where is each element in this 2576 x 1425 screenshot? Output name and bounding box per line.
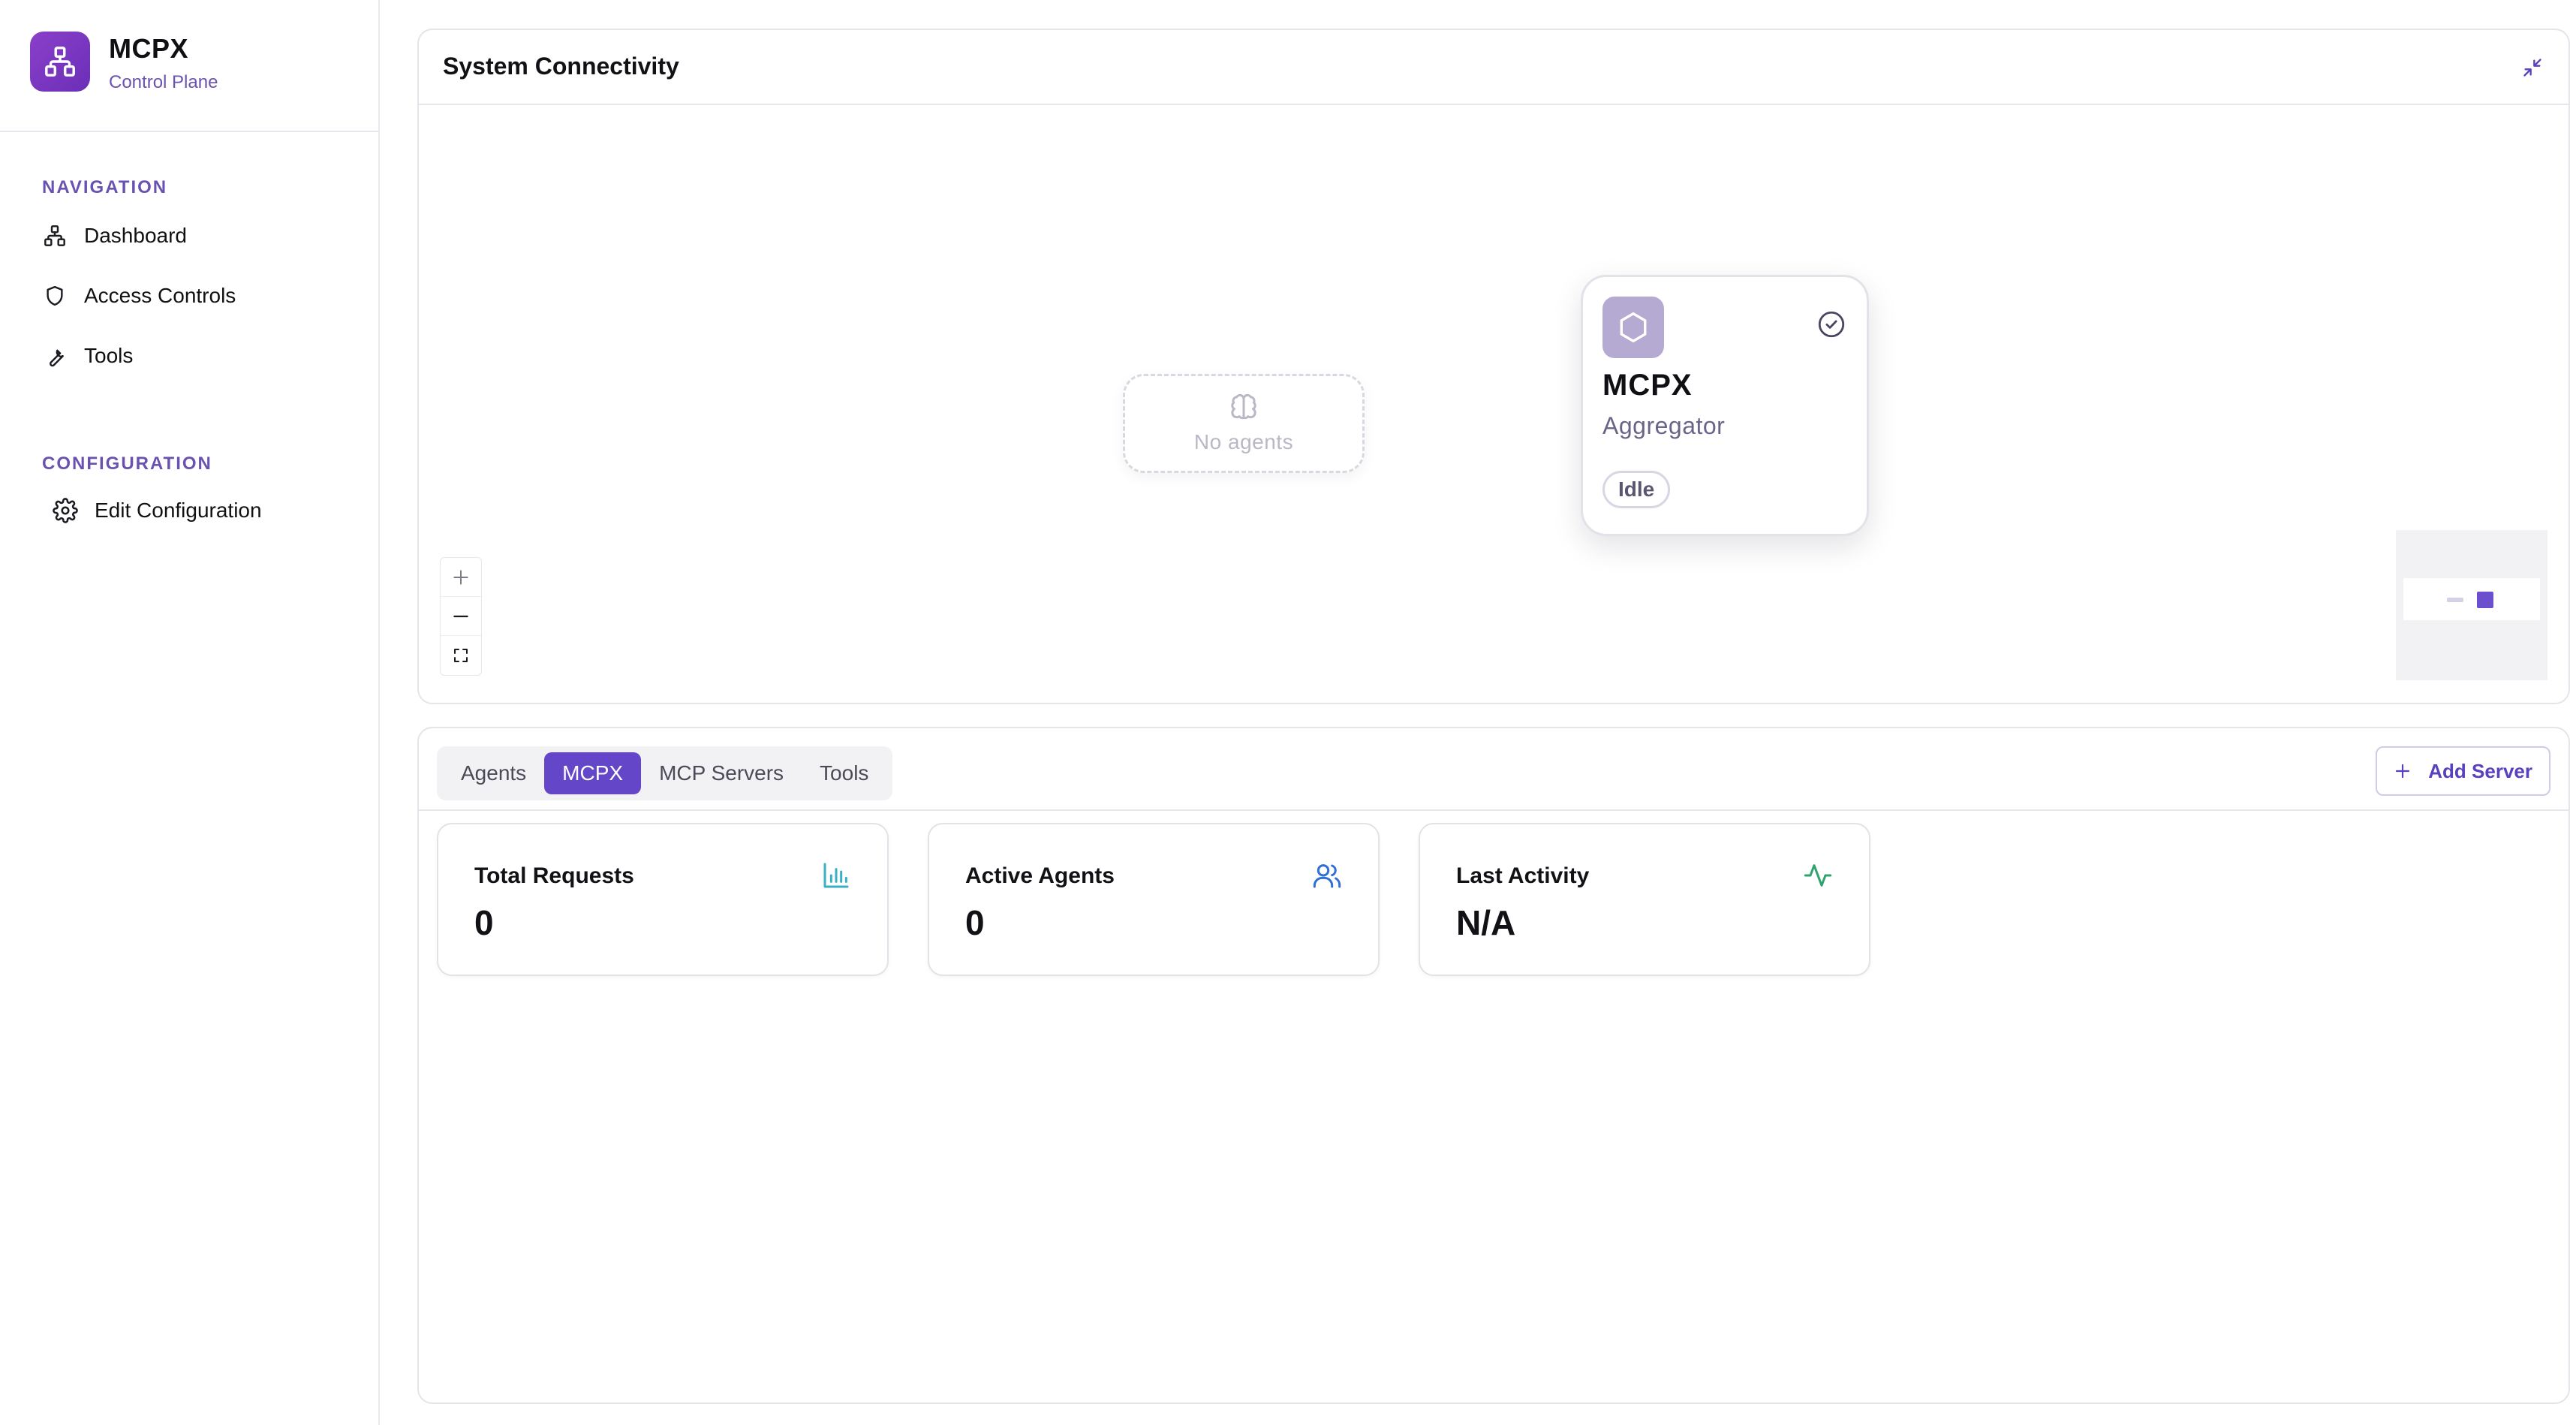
last-activity-card: Last Activity N/A [1419,823,1870,976]
network-icon [42,223,68,249]
panel-title: System Connectivity [443,53,679,80]
details-panel: Agents MCPX MCP Servers Tools Add Server… [417,727,2570,1404]
hexagon-icon [1602,297,1664,358]
tab-list: Agents MCPX MCP Servers Tools [437,746,893,800]
stat-value: 0 [474,903,494,942]
fit-view-button[interactable] [441,636,481,675]
sidebar-item-label: Edit Configuration [95,499,262,522]
sidebar-item-edit-configuration[interactable]: Edit Configuration [53,488,262,533]
node-title: MCPX [1602,369,1693,402]
mcpx-node[interactable]: MCPX Aggregator Idle [1581,275,1869,536]
node-subtitle: Aggregator [1602,412,1726,439]
minimize-icon [2522,57,2543,78]
stat-label: Last Activity [1456,863,1590,888]
stat-label: Total Requests [474,863,634,888]
check-circle-icon [1816,309,1847,340]
stat-label: Active Agents [965,863,1115,888]
bar-chart-icon [821,860,851,890]
system-connectivity-panel: System Connectivity No agents MCPX Aggre… [417,29,2570,704]
no-agents-placeholder: No agents [1123,374,1365,473]
gear-icon [53,498,78,523]
configuration-section-heading: CONFIGURATION [42,453,212,474]
zoom-controls [440,557,482,676]
total-requests-card: Total Requests 0 [437,823,889,976]
active-agents-card: Active Agents 0 [928,823,1380,976]
minimap-mcpx-node [2477,592,2493,608]
brand-title: MCPX [109,33,189,64]
sidebar-item-access-controls[interactable]: Access Controls [42,273,236,318]
minimap-agents-node [2447,598,2463,602]
collapse-button[interactable] [2519,54,2546,81]
sidebar-item-label: Access Controls [84,284,236,307]
zoom-out-button[interactable] [441,597,481,636]
minimap[interactable] [2396,530,2547,680]
nav-section-heading: NAVIGATION [42,177,168,197]
sidebar: MCPX Control Plane NAVIGATION Dashboard … [0,0,380,1425]
no-agents-label: No agents [1193,430,1294,453]
brand-subtitle: Control Plane [109,72,218,92]
tab-mcp-servers[interactable]: MCP Servers [641,752,802,794]
tab-mcpx[interactable]: MCPX [544,752,642,794]
mcpx-logo-icon [30,32,90,92]
brand-header: MCPX Control Plane [0,0,378,132]
add-server-label: Add Server [2428,759,2532,782]
status-badge: Idle [1602,471,1671,508]
tab-agents[interactable]: Agents [443,752,544,794]
tab-tools[interactable]: Tools [802,752,886,794]
plus-icon [2394,762,2412,780]
minus-icon [451,607,471,626]
sidebar-item-dashboard[interactable]: Dashboard [42,213,187,258]
sidebar-item-tools[interactable]: Tools [42,333,133,378]
brain-icon [1229,393,1259,423]
fullscreen-icon [452,646,470,664]
panel-header: System Connectivity [419,30,2568,105]
plus-icon [451,568,471,587]
wrench-icon [42,343,68,369]
stat-value: 0 [965,903,985,942]
shield-icon [42,283,68,309]
users-icon [1312,860,1342,890]
tabs-bar: Agents MCPX MCP Servers Tools Add Server [419,728,2568,811]
zoom-in-button[interactable] [441,558,481,597]
add-server-button[interactable]: Add Server [2376,746,2550,796]
minimap-viewport [2403,578,2540,620]
sidebar-item-label: Dashboard [84,224,187,247]
activity-icon [1803,860,1833,890]
sidebar-item-label: Tools [84,344,134,367]
stat-value: N/A [1456,903,1516,942]
